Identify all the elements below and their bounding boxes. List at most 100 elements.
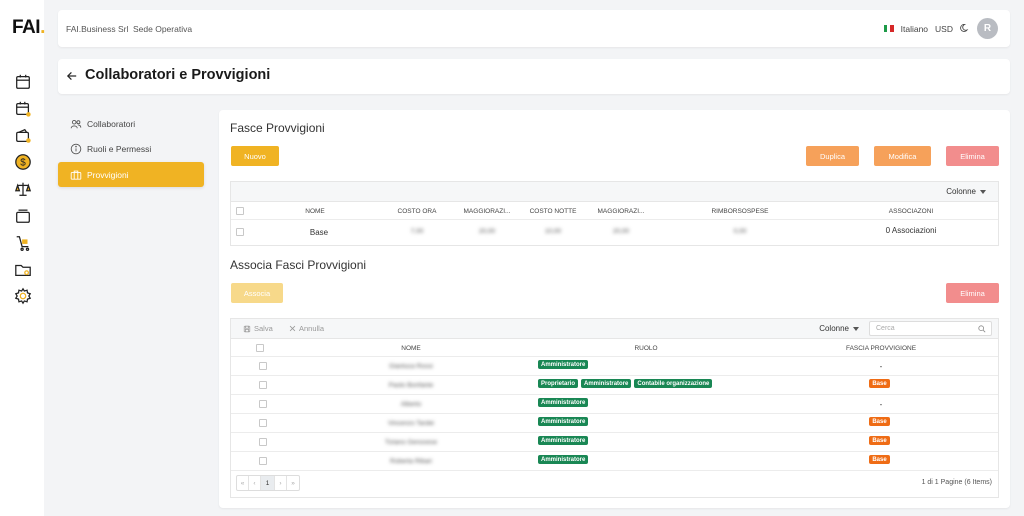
scale-icon[interactable] [13, 179, 33, 199]
role-tag: Contabile organizzazione [634, 379, 713, 388]
role-tag: Amministratore [538, 398, 589, 407]
col-header[interactable]: MAGGIORAZI... [457, 208, 517, 215]
info-icon [70, 143, 82, 154]
folder-search-icon[interactable] [13, 260, 33, 280]
role-tag: Amministratore [538, 455, 589, 464]
row-ruoli: Amministratore [538, 398, 591, 407]
user-avatar[interactable]: R [977, 18, 998, 39]
row-fascia[interactable]: Base [841, 436, 921, 445]
associate-button[interactable]: Associa [231, 283, 283, 303]
settings-gear-icon[interactable] [13, 286, 33, 306]
col-header[interactable]: RIMBORSOSPESE [701, 208, 779, 215]
row-ruoli: Amministratore [538, 360, 591, 369]
calendar-user-icon[interactable] [13, 99, 33, 119]
sidebar-item-ruoli[interactable]: Ruoli e Permessi [58, 136, 204, 161]
sidebar-item-collaboratori[interactable]: Collaboratori [58, 111, 204, 136]
company-name[interactable]: FAI.Business Srl [66, 24, 128, 34]
row-checkbox[interactable] [259, 400, 267, 408]
location-name[interactable]: Sede Operativa [133, 24, 192, 34]
sidebar-item-label: Ruoli e Permessi [87, 143, 152, 154]
cart-icon[interactable] [13, 233, 33, 253]
row-ruoli: Amministratore [538, 455, 591, 464]
title-bar: Collaboratori e Provvigioni [58, 59, 1010, 94]
table-row[interactable]: Base 7,00 20,00 10,00 20,00 0,00 0 Assoc… [231, 220, 998, 244]
role-tag: Amministratore [581, 379, 632, 388]
close-icon [289, 325, 296, 332]
row-checkbox[interactable] [259, 419, 267, 427]
table-row[interactable]: Paolo Bonfante Proprietario Amministrator… [231, 376, 998, 395]
col-header[interactable]: COSTO ORA [391, 208, 443, 215]
briefcase-icon [70, 170, 82, 180]
page-number-button[interactable]: 1 [261, 476, 275, 490]
new-button[interactable]: Nuovo [231, 146, 279, 166]
row-associazioni[interactable]: 0 Associazioni [871, 226, 951, 235]
first-page-button[interactable]: « [237, 476, 249, 490]
fascia-tag: Base [869, 436, 890, 445]
prev-page-button[interactable]: ‹ [249, 476, 261, 490]
dollar-coin-icon[interactable]: $ [13, 152, 33, 172]
row-checkbox[interactable] [259, 381, 267, 389]
cancel-action[interactable]: Annulla [289, 324, 324, 333]
row-costo-notte: 10,00 [544, 228, 562, 235]
search-input[interactable]: Cerca [869, 321, 992, 336]
role-tag: Amministratore [538, 360, 589, 369]
layers-icon[interactable] [13, 206, 33, 226]
back-arrow-icon[interactable] [66, 69, 80, 83]
fascia-tag: Base [869, 417, 890, 426]
top-bar: FAI.Business Srl Sede Operativa Italiano… [58, 10, 1010, 47]
row-fascia[interactable]: Base [841, 455, 921, 464]
table-row[interactable]: Roberta Ribari Amministratore Base [231, 452, 998, 471]
page-title: Collaboratori e Provvigioni [85, 67, 271, 83]
row-fascia[interactable]: Base [841, 417, 921, 426]
edit-button[interactable]: Modifica [874, 146, 931, 166]
row-checkbox[interactable] [259, 362, 267, 370]
save-action[interactable]: Salva [243, 324, 273, 333]
svg-text:$: $ [20, 158, 26, 169]
wallet-gear-icon[interactable] [13, 126, 33, 146]
col-header[interactable]: FASCIA PROVVIGIONE [821, 345, 941, 352]
pagination-summary: 1 di 1 Pagine (6 Items) [921, 479, 992, 486]
select-all-checkbox[interactable] [236, 207, 244, 215]
sidebar-item-provvigioni[interactable]: Provvigioni [58, 162, 204, 187]
col-header[interactable]: ASSOCIAZONI [871, 208, 951, 215]
app-logo[interactable]: FAI. [12, 17, 45, 39]
col-header[interactable]: RUOLO [606, 345, 686, 352]
pagination-bar: « ‹ 1 › » 1 di 1 Pagine (6 Items) [231, 471, 998, 495]
row-fascia[interactable]: Base [841, 379, 921, 388]
row-checkbox[interactable] [236, 228, 244, 236]
columns-dropdown[interactable]: Colonne [946, 187, 986, 196]
role-tag: Proprietario [538, 379, 579, 388]
fasce-table-toolbar: Colonne [231, 182, 998, 202]
next-page-button[interactable]: › [275, 476, 287, 490]
fascia-tag: Base [869, 379, 890, 388]
floppy-disk-icon [243, 325, 251, 332]
last-page-button[interactable]: » [287, 476, 299, 490]
row-nome: Roberta Ribari [390, 458, 432, 465]
associa-table-header: NOME RUOLO FASCIA PROVVIGIONE [231, 339, 998, 357]
row-fascia[interactable]: - [841, 400, 921, 409]
col-header[interactable]: MAGGIORAZI... [591, 208, 651, 215]
select-all-checkbox[interactable] [256, 344, 264, 352]
calendar-icon[interactable] [13, 72, 33, 92]
delete-button[interactable]: Elimina [946, 146, 999, 166]
associa-delete-button[interactable]: Elimina [946, 283, 999, 303]
table-row[interactable]: Alberto Amministratore - [231, 395, 998, 414]
associa-table: Salva Annulla Colonne Cerca NOME RUOLO F… [230, 318, 999, 498]
duplicate-button[interactable]: Duplica [806, 146, 859, 166]
dark-mode-moon-icon[interactable] [960, 23, 970, 35]
users-icon [70, 119, 82, 128]
table-row[interactable]: Gianluca Rossi Amministratore - [231, 357, 998, 376]
associa-section-title: Associa Fasci Provvigioni [230, 258, 367, 272]
language-selector[interactable]: Italiano [901, 24, 928, 34]
row-checkbox[interactable] [259, 457, 267, 465]
col-header[interactable]: NOME [371, 345, 451, 352]
row-fascia[interactable]: - [841, 362, 921, 371]
table-row[interactable]: Tiziano Genovese Amministratore Base [231, 433, 998, 452]
col-header[interactable]: COSTO NOTTE [525, 208, 581, 215]
row-maggiorazione-notte: 20,00 [612, 228, 630, 235]
table-row[interactable]: Vincenzo Tardei Amministratore Base [231, 414, 998, 433]
columns-dropdown[interactable]: Colonne [819, 324, 859, 333]
col-header[interactable]: NOME [289, 208, 341, 215]
currency-selector[interactable]: USD [935, 24, 953, 34]
row-checkbox[interactable] [259, 438, 267, 446]
